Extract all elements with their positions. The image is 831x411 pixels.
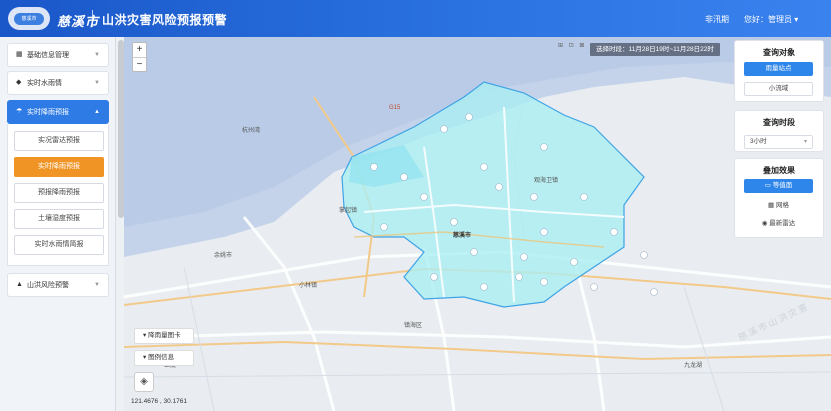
header-divider [92, 10, 93, 27]
rain-card-label: 降雨量图卡 [148, 332, 181, 339]
place-label: 九龙湖 [684, 361, 702, 369]
legend-toggle[interactable]: ▾ 图例信息 [134, 350, 194, 366]
grid-button[interactable]: ▦ 网格 [744, 199, 813, 213]
submenu-radar-forecast[interactable]: 实况雷达预报 [14, 131, 104, 151]
latest-radar-button[interactable]: ◉ 最新雷达 [744, 217, 813, 231]
system-title: 山洪灾害风险预报预警 [102, 13, 228, 27]
isosurface-label: 等值面 [772, 182, 793, 189]
zoom-out-button[interactable]: − [133, 58, 146, 72]
warning-icon: ▲ [16, 281, 23, 288]
small-watershed-button[interactable]: 小流域 [744, 82, 813, 96]
submenu-soil-moisture[interactable]: 土壤湿度预报 [14, 209, 104, 229]
layers-icon: ◈ [140, 376, 148, 387]
layers-button[interactable]: ◈ [134, 372, 154, 392]
map-tool-icons: ⊞ ⊡ ⊠ [558, 42, 586, 49]
submenu-realtime-forecast[interactable]: 实时降雨预报 [14, 157, 104, 177]
highway-label: G15 [389, 105, 401, 111]
place-label: 掌起镇 [339, 206, 357, 214]
period-select[interactable]: 3小时 ▾ [744, 135, 813, 149]
place-label: 余姚市 [214, 251, 232, 259]
rain-card-toggle[interactable]: ▾ 降雨量图卡 [134, 328, 194, 344]
rain-station-button[interactable]: 雨量站点 [744, 62, 813, 76]
grid-icon: ▦ [16, 51, 23, 58]
ruler-icon[interactable]: ⊞ [558, 43, 565, 49]
grid-label: 网格 [775, 202, 789, 209]
chevron-up-icon: ▲ [94, 109, 100, 115]
place-label: 镇海区 [404, 321, 422, 329]
map-canvas[interactable]: 杭州湾 慈溪市 掌起镇 观海卫镇 小林镇 镇海区 余姚市 九龙湖 上虞 G15 [124, 37, 831, 411]
submenu-predicted-forecast[interactable]: 预报降雨预报 [14, 183, 104, 203]
time-range-banner: 选择时段：11月28日19时~11月28日22时 [590, 43, 720, 56]
area-icon[interactable]: ⊡ [569, 43, 576, 49]
app-header: 慈溪市 慈溪市 山洪灾害风险预报预警 非汛期 您好：管理员 ▾ [0, 0, 831, 37]
place-label: 杭州湾 [242, 126, 260, 134]
chevron-down-icon: ▼ [94, 80, 100, 86]
sidebar-item-basic-info[interactable]: ▦ 基础信息管理 ▼ [7, 43, 109, 67]
sidebar-item-rain-forecast[interactable]: ☂ 实时降雨预报 ▲ [7, 100, 109, 124]
isosurface-icon: ▭ [764, 182, 773, 189]
period-select-value: 3小时 [750, 138, 767, 145]
chevron-down-icon: ▼ [94, 52, 100, 58]
place-label: 小林镇 [299, 281, 317, 289]
panel-title: 叠加效果 [763, 166, 795, 175]
panel-overlay: 叠加效果 ▭ 等值面 ▦ 网格 ◉ 最新雷达 [734, 158, 824, 238]
chevron-down-icon: ▾ [794, 15, 799, 24]
place-label: 观海卫镇 [534, 176, 558, 184]
sidebar-item-flood-warning[interactable]: ▲ 山洪风险预警 ▼ [7, 273, 109, 297]
chevron-down-icon: ▾ [143, 332, 147, 339]
latest-radar-label: 最新雷达 [769, 220, 796, 227]
chevron-down-icon: ▼ [94, 282, 100, 288]
submenu-rain-forecast: 实况雷达预报 实时降雨预报 预报降雨预报 土壤湿度预报 实时水雨情简报 [7, 124, 109, 266]
chevron-down-icon: ▾ [803, 139, 807, 145]
panel-query-object: 查询对象 雨量站点 小流域 [734, 40, 824, 102]
map-zoom-control: + − [132, 42, 147, 72]
map-base: 杭州湾 慈溪市 掌起镇 观海卫镇 小林镇 镇海区 余姚市 九龙湖 上虞 G15 [124, 37, 831, 411]
water-icon: ◆ [16, 79, 22, 86]
app-logo: 慈溪市 [8, 7, 50, 30]
panel-title: 查询对象 [763, 48, 795, 57]
umbrella-icon: ☂ [16, 108, 23, 115]
zoom-in-button[interactable]: + [133, 43, 146, 57]
sidebar-item-water-rain[interactable]: ◆ 实时水雨情 ▼ [7, 71, 109, 95]
user-menu[interactable]: 您好：管理员 ▾ [744, 14, 798, 25]
logo-text: 慈溪市 [14, 12, 44, 25]
sidebar-item-label: 基础信息管理 [27, 52, 69, 59]
isosurface-button[interactable]: ▭ 等值面 [744, 179, 813, 193]
sidebar-item-label: 山洪风险预警 [27, 282, 69, 289]
legend-label: 图例信息 [148, 354, 175, 361]
panel-title: 查询时段 [763, 118, 795, 127]
user-greeting: 您好：管理员 [744, 15, 792, 24]
coordinate-readout: 121.4676 , 30.1761 [131, 398, 188, 405]
sidebar-item-label: 实时水雨情 [27, 80, 62, 87]
place-label: 慈溪市 [453, 231, 471, 239]
submenu-water-rain-brief[interactable]: 实时水雨情简报 [14, 235, 104, 255]
grid-icon: ▦ [768, 202, 776, 209]
panel-query-period: 查询时段 3小时 ▾ [734, 110, 824, 152]
season-status: 非汛期 [705, 15, 729, 24]
chevron-down-icon: ▾ [143, 354, 147, 361]
sidebar-item-label: 实时降雨预报 [27, 109, 69, 116]
clear-icon[interactable]: ⊠ [579, 43, 586, 49]
